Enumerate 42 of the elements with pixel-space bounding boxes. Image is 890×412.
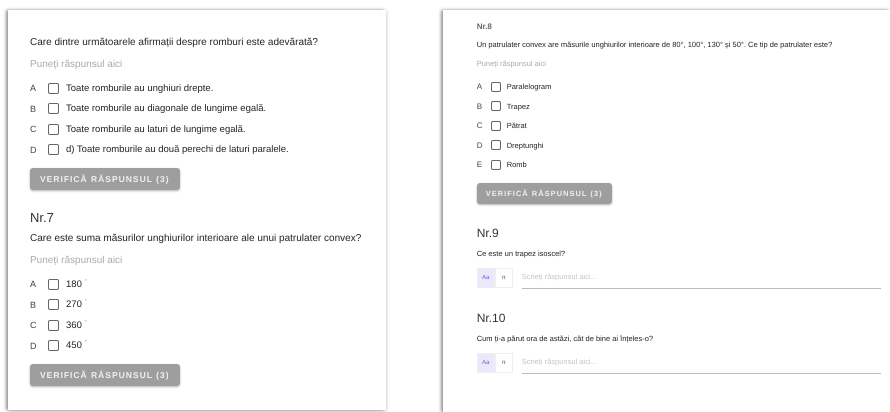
checkbox[interactable] (48, 320, 59, 331)
checkbox[interactable] (48, 124, 59, 135)
option-letter: A (30, 279, 38, 290)
option-letter: D (30, 144, 38, 155)
option-text: Toate romburile au diagonale de lungime egală. (66, 103, 266, 114)
question-number: Nr.10 (476, 310, 506, 324)
option-text: Toate romburile au laturi de lungime egală. (66, 124, 246, 135)
question-number: Nr.7 (30, 210, 54, 225)
option-text: Toate romburile au unghiuri drepte. (66, 82, 214, 94)
checkbox[interactable] (490, 140, 501, 150)
option-letter: D (476, 140, 484, 150)
question-text: Care este suma măsurilor unghiurilor interioare ale unui patrulater convex? (30, 233, 362, 244)
checkbox[interactable] (490, 101, 501, 112)
question-text: Care dintre următoarele afirmații despre romburi este adevărată? (30, 37, 318, 48)
option-letter: D (30, 340, 38, 351)
checkbox[interactable] (48, 340, 59, 352)
option-letter: B (30, 300, 38, 310)
question-number: Nr.8 (476, 22, 492, 31)
answer-hint: Puneți răspunsul aici (30, 255, 122, 266)
checkbox[interactable] (48, 278, 59, 290)
checkbox[interactable] (490, 160, 501, 170)
checkbox[interactable] (490, 120, 501, 131)
option-text: d) Toate romburile au două perechi de laturi paralele. (66, 144, 289, 156)
option-text: 360 $^{°}$ (66, 320, 87, 331)
question-number: Nr.9 (476, 226, 499, 240)
option-letter: A (476, 82, 484, 92)
option-text: 180 $^{°}$ (66, 278, 87, 290)
checkbox[interactable] (48, 299, 59, 310)
option-letter: B (30, 104, 38, 114)
checkbox[interactable] (48, 82, 59, 94)
option-letter: E (476, 160, 484, 170)
option-letter: B (476, 102, 484, 111)
option-letter: C (476, 121, 484, 130)
answer-hint: Puneți răspunsul aici (30, 59, 122, 70)
option-letter: C (30, 124, 38, 134)
checkbox[interactable] (48, 103, 59, 114)
option-letter: C (30, 320, 38, 330)
option-text: 450 $^{°}$ (66, 340, 87, 352)
option-text: 270 $^{°}$ (66, 299, 87, 310)
checkbox[interactable] (48, 144, 59, 156)
option-letter: A (30, 83, 38, 94)
checkbox[interactable] (490, 82, 501, 92)
